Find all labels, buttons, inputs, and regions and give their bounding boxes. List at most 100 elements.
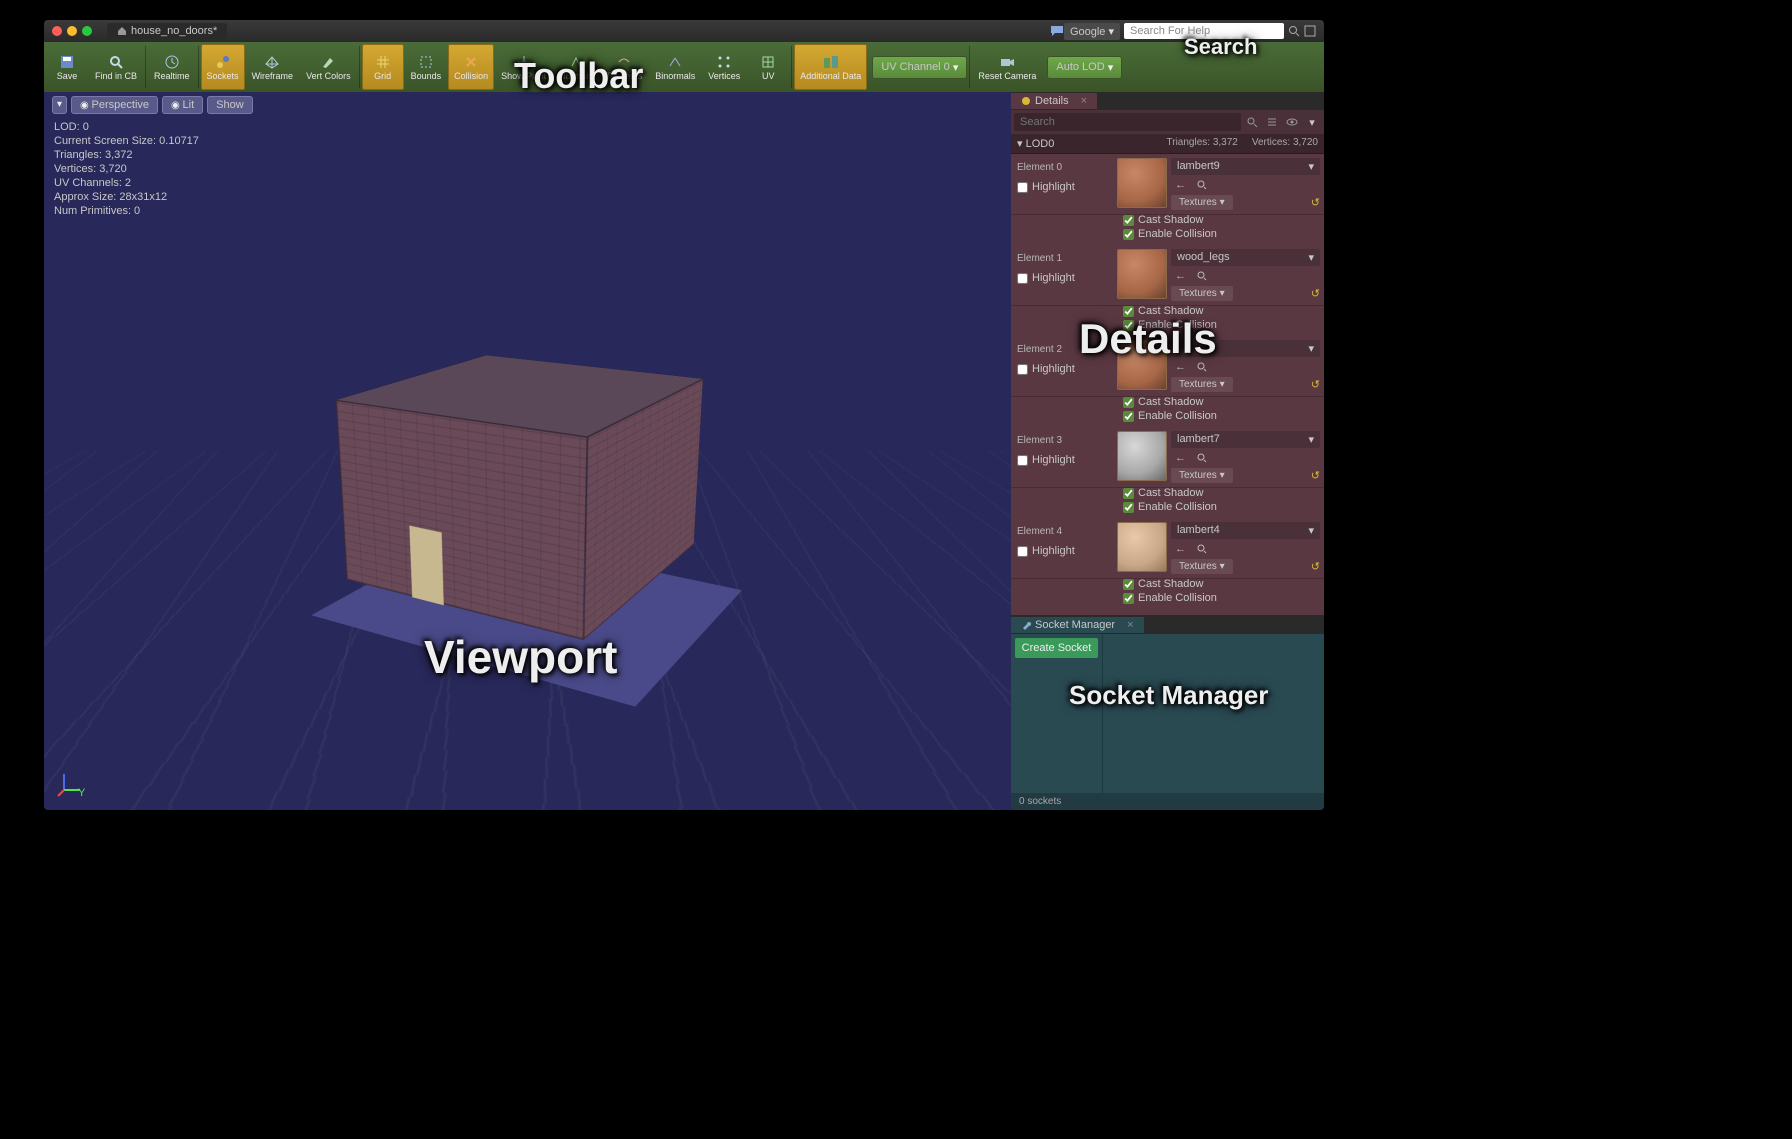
- close-tab-icon[interactable]: ×: [1127, 619, 1133, 631]
- textures-dropdown[interactable]: Textures ▾: [1171, 559, 1233, 574]
- viewport-3d[interactable]: ▾ ◉ Perspective ◉ Lit Show LOD: 0 Curren…: [44, 92, 1011, 810]
- perspective-dropdown[interactable]: ◉ Perspective: [71, 96, 158, 114]
- uv-button[interactable]: UV: [747, 44, 789, 90]
- textures-dropdown[interactable]: Textures ▾: [1171, 195, 1233, 210]
- arrow-left-icon[interactable]: ←: [1171, 359, 1190, 375]
- material-name-dropdown[interactable]: lambert7▾: [1171, 431, 1320, 448]
- arrow-left-icon[interactable]: ←: [1171, 268, 1190, 284]
- cast-shadow-checkbox[interactable]: [1123, 215, 1134, 226]
- reset-icon[interactable]: ↺: [1311, 560, 1320, 573]
- details-search-input[interactable]: [1014, 113, 1241, 131]
- arrow-left-icon[interactable]: ←: [1171, 541, 1190, 557]
- cast-shadow-label: Cast Shadow: [1138, 578, 1203, 590]
- material-thumbnail[interactable]: [1117, 158, 1167, 208]
- uv-channel-dropdown[interactable]: UV Channel 0 ▾: [872, 56, 967, 79]
- binormals-button[interactable]: Binormals: [649, 44, 701, 90]
- home-icon: [117, 26, 127, 36]
- viewport-options-dropdown[interactable]: ▾: [52, 96, 67, 114]
- highlight-checkbox[interactable]: [1017, 273, 1028, 284]
- auto-lod-dropdown[interactable]: Auto LOD ▾: [1047, 56, 1122, 79]
- document-tab[interactable]: house_no_doors*: [107, 23, 227, 39]
- arrow-left-icon[interactable]: ←: [1171, 177, 1190, 193]
- vertices-button[interactable]: Vertices: [702, 44, 746, 90]
- socket-manager-tab[interactable]: Socket Manager×: [1011, 617, 1144, 633]
- arrow-left-icon[interactable]: ←: [1171, 450, 1190, 466]
- search-icon[interactable]: [1288, 25, 1300, 37]
- enable-collision-checkbox[interactable]: [1123, 502, 1134, 513]
- material-name-dropdown[interactable]: wood_legs▾: [1171, 249, 1320, 266]
- grid-button[interactable]: Grid: [362, 44, 404, 90]
- textures-dropdown[interactable]: Textures ▾: [1171, 286, 1233, 301]
- tangents-button[interactable]: Tangents: [600, 44, 649, 90]
- axis-gizmo[interactable]: Y: [56, 768, 86, 798]
- info-icon: [1021, 96, 1031, 106]
- vert-colors-button[interactable]: Vert Colors: [300, 44, 357, 90]
- highlight-checkbox[interactable]: [1017, 182, 1028, 193]
- textures-dropdown[interactable]: Textures ▾: [1171, 377, 1233, 392]
- list-view-icon[interactable]: [1263, 113, 1281, 131]
- find-in-cb-button[interactable]: Find in CB: [89, 44, 143, 90]
- close-tab-icon[interactable]: ×: [1081, 95, 1087, 107]
- minimize-window-icon[interactable]: [67, 26, 77, 36]
- enable-collision-label: Enable Collision: [1138, 592, 1217, 604]
- material-thumbnail[interactable]: [1117, 522, 1167, 572]
- google-dropdown[interactable]: Google ▾: [1064, 23, 1120, 40]
- reset-camera-button[interactable]: Reset Camera: [972, 44, 1042, 90]
- close-window-icon[interactable]: [52, 26, 62, 36]
- material-thumbnail[interactable]: [1117, 340, 1167, 390]
- element-label: Element 4: [1017, 526, 1115, 537]
- material-name-dropdown[interactable]: ▾: [1171, 340, 1320, 357]
- material-name-dropdown[interactable]: lambert4▾: [1171, 522, 1320, 539]
- highlight-checkbox[interactable]: [1017, 364, 1028, 375]
- save-button[interactable]: Save: [46, 44, 88, 90]
- reset-icon[interactable]: ↺: [1311, 196, 1320, 209]
- cast-shadow-checkbox[interactable]: [1123, 397, 1134, 408]
- maximize-window-icon[interactable]: [82, 26, 92, 36]
- highlight-checkbox[interactable]: [1017, 455, 1028, 466]
- expand-icon[interactable]: ▾: [1303, 113, 1321, 131]
- browse-icon[interactable]: [1193, 360, 1211, 374]
- realtime-button[interactable]: Realtime: [148, 44, 196, 90]
- material-thumbnail[interactable]: [1117, 431, 1167, 481]
- show-dropdown[interactable]: Show: [207, 96, 253, 114]
- material-element-row: Element 3 Highlight lambert7▾ ← Textures…: [1011, 427, 1324, 488]
- wireframe-button[interactable]: Wireframe: [246, 44, 300, 90]
- socket-list: [1103, 634, 1324, 793]
- browse-icon[interactable]: [1193, 178, 1211, 192]
- bounds-button[interactable]: Bounds: [405, 44, 448, 90]
- cast-shadow-checkbox[interactable]: [1123, 306, 1134, 317]
- reset-icon[interactable]: ↺: [1311, 469, 1320, 482]
- reset-icon[interactable]: ↺: [1311, 378, 1320, 391]
- additional-data-button[interactable]: Additional Data: [794, 44, 867, 90]
- eye-icon[interactable]: [1283, 113, 1301, 131]
- window-titlebar: house_no_doors* Google ▾ Search For Help: [44, 20, 1324, 42]
- reset-icon[interactable]: ↺: [1311, 287, 1320, 300]
- enable-collision-checkbox[interactable]: [1123, 593, 1134, 604]
- material-thumbnail[interactable]: [1117, 249, 1167, 299]
- element-label: Element 2: [1017, 344, 1115, 355]
- collision-button[interactable]: Collision: [448, 44, 494, 90]
- comment-icon[interactable]: [1050, 25, 1064, 37]
- enable-collision-checkbox[interactable]: [1123, 411, 1134, 422]
- details-tab[interactable]: Details×: [1011, 93, 1097, 109]
- highlight-checkbox[interactable]: [1017, 546, 1028, 557]
- browse-icon[interactable]: [1193, 542, 1211, 556]
- material-name-dropdown[interactable]: lambert9▾: [1171, 158, 1320, 175]
- browse-icon[interactable]: [1193, 451, 1211, 465]
- lit-dropdown[interactable]: ◉ Lit: [162, 96, 203, 114]
- browse-icon[interactable]: [1193, 269, 1211, 283]
- normals-button[interactable]: Normals: [553, 44, 599, 90]
- lod-section-header[interactable]: ▾ LOD0 Triangles: 3,372 Vertices: 3,720: [1011, 134, 1324, 154]
- fullscreen-icon[interactable]: [1304, 25, 1316, 37]
- cast-shadow-checkbox[interactable]: [1123, 579, 1134, 590]
- show-pivot-button[interactable]: Show Pivot: [495, 44, 552, 90]
- create-socket-button[interactable]: Create Socket: [1015, 638, 1098, 658]
- search-icon[interactable]: [1243, 113, 1261, 131]
- textures-dropdown[interactable]: Textures ▾: [1171, 468, 1233, 483]
- sockets-button[interactable]: Sockets: [201, 44, 245, 90]
- help-search-input[interactable]: Search For Help: [1124, 23, 1284, 39]
- cast-shadow-checkbox[interactable]: [1123, 488, 1134, 499]
- enable-collision-label: Enable Collision: [1138, 228, 1217, 240]
- enable-collision-checkbox[interactable]: [1123, 320, 1134, 331]
- enable-collision-checkbox[interactable]: [1123, 229, 1134, 240]
